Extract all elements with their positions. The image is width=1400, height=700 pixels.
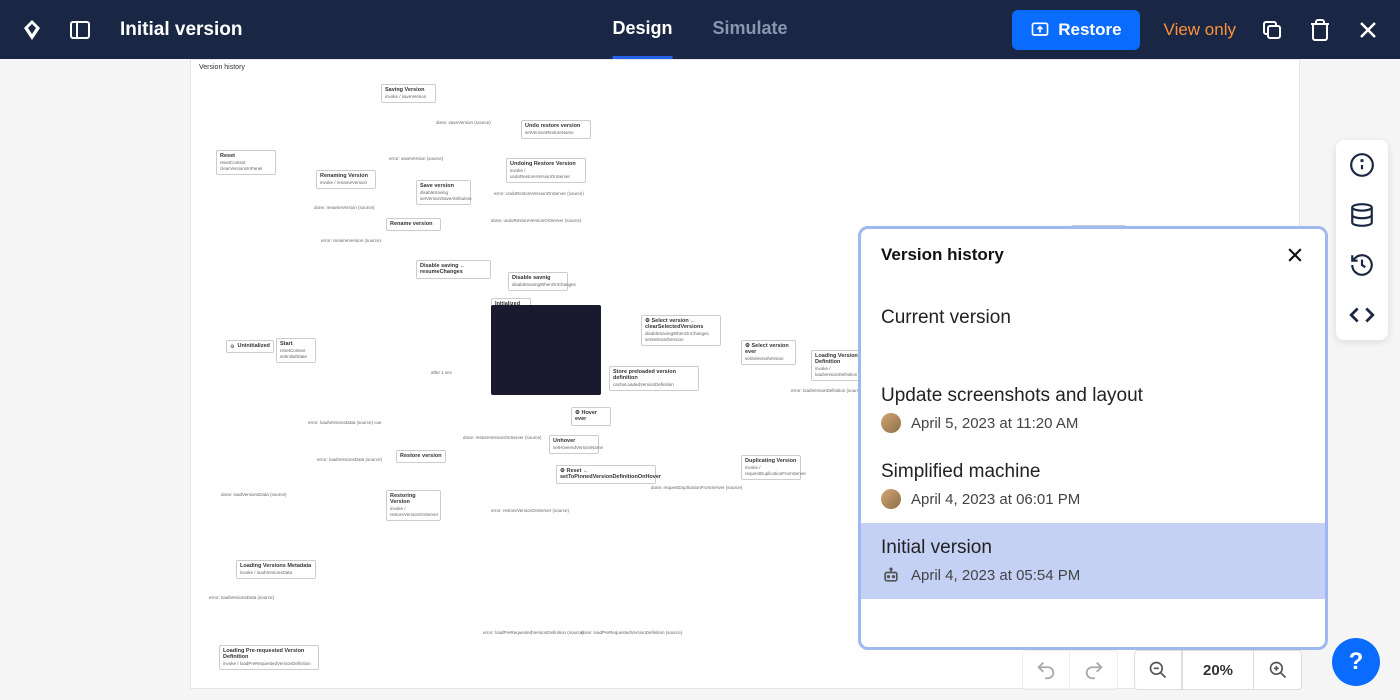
version-item-current[interactable]: Current version — [861, 293, 1325, 349]
version-meta: April 4, 2023 at 06:01 PM — [881, 489, 1305, 509]
version-item[interactable]: Update screenshots and layout April 5, 2… — [861, 371, 1325, 447]
label-error-load3: error: loadVersionsData (source) — [209, 595, 274, 600]
zoom-level[interactable]: 20% — [1182, 650, 1254, 690]
trash-icon[interactable] — [1308, 18, 1332, 42]
version-meta: April 4, 2023 at 05:54 PM — [881, 565, 1305, 585]
label-done-undo: done: undoRestoreVersionOnServer (source… — [491, 218, 581, 223]
label-error-load2: error: loadVersionsData (source) — [317, 457, 382, 462]
label-error-rename: error: renameVersion (source) — [321, 238, 381, 243]
redo-icon — [1083, 659, 1105, 681]
version-meta: April 5, 2023 at 11:20 AM — [881, 413, 1305, 433]
version-item[interactable]: Simplified machine April 4, 2023 at 06:0… — [861, 447, 1325, 523]
node-select-version-1[interactable]: ⚙ Select version ← clearSelectedVersions… — [641, 315, 721, 346]
undo-button[interactable] — [1022, 650, 1070, 690]
user-avatar — [881, 413, 901, 433]
preview-thumbnail — [491, 305, 601, 395]
node-renaming[interactable]: Renaming Versioninvoke / renameVersion — [316, 170, 376, 189]
node-disable-savnig[interactable]: Disable savnigdisableSavingWhenOnChanges — [508, 272, 568, 291]
version-name: Initial version — [881, 537, 1305, 559]
version-name: Current version — [881, 307, 1305, 329]
database-icon[interactable] — [1349, 202, 1375, 228]
zoom-in-icon — [1268, 660, 1288, 680]
node-reset[interactable]: ResetresetContextclearVersionsInPanel — [216, 150, 276, 175]
node-start[interactable]: StartresetContextsetInitialState — [276, 338, 316, 363]
zoom-out-button[interactable] — [1134, 650, 1182, 690]
redo-button[interactable] — [1070, 650, 1118, 690]
node-store-preloaded[interactable]: Store preloaded version definitioncacheL… — [609, 366, 699, 391]
node-loading-meta[interactable]: Loading Versions Metadatainvoke / loadVe… — [236, 560, 316, 579]
label-after: after 1 sec — [431, 370, 452, 375]
diagram-title: Version history — [199, 64, 245, 71]
copy-icon[interactable] — [1260, 18, 1284, 42]
tab-design[interactable]: Design — [612, 0, 672, 59]
label-done-rename: done: renameVersion (source) — [314, 205, 375, 210]
node-restore-version[interactable]: Restore version — [396, 450, 446, 463]
node-save-version[interactable]: Save versiondisableSavingsetVersionSaveA… — [416, 180, 471, 205]
version-date: April 5, 2023 at 11:20 AM — [911, 415, 1078, 432]
node-restoring[interactable]: Restoring Versioninvoke / restoreVersion… — [386, 490, 441, 521]
node-unhover[interactable]: UnhoversetHoveredVersionName — [549, 435, 599, 454]
history-icon[interactable] — [1349, 252, 1375, 278]
zoom-in-button[interactable] — [1254, 650, 1302, 690]
view-only-badge: View only — [1164, 20, 1236, 40]
label-error-restore: error: restoreVersionOnServer (source) — [491, 508, 569, 513]
node-hover[interactable]: ⚙ Hover ever — [571, 407, 611, 426]
zoom-out-icon — [1148, 660, 1168, 680]
label-done-load: done: loadVersionsData (source) — [221, 492, 287, 497]
version-list: Current version Update screenshots and l… — [861, 275, 1325, 599]
label-error-load1: error: loadVersionsData (source) cue — [308, 420, 382, 425]
app-logo-icon — [20, 18, 44, 42]
header-actions: Restore View only — [1012, 10, 1380, 50]
node-reset2[interactable]: ⚙ Reset ← setToPinnedVersionDefinitionOn… — [556, 465, 656, 484]
node-loading-prereq[interactable]: Loading Pre-requested Version Definition… — [219, 645, 319, 670]
help-button[interactable]: ? — [1332, 638, 1380, 686]
node-rename-version[interactable]: Rename version — [386, 218, 441, 231]
label-error-loaddef: error: loadVersionDefinition (source) — [791, 388, 863, 393]
close-icon[interactable] — [1356, 18, 1380, 42]
zoom-controls: 20% — [1134, 650, 1302, 690]
version-name: Simplified machine — [881, 461, 1305, 483]
panel-title: Version history — [881, 245, 1004, 265]
label-error-undo: error: undoRestoreVersionOnServer (sourc… — [494, 191, 584, 196]
panel-toggle-icon[interactable] — [68, 18, 92, 42]
panel-header: Version history — [861, 229, 1325, 275]
version-item-selected[interactable]: Initial version April 4, 2023 at 05:54 P… — [861, 523, 1325, 599]
user-avatar — [881, 489, 901, 509]
right-toolbar — [1336, 140, 1388, 340]
info-icon[interactable] — [1349, 152, 1375, 178]
header-tabs: Design Simulate — [612, 0, 787, 59]
undo-icon — [1035, 659, 1057, 681]
label-done-save: done: saveVersion (source) — [436, 120, 491, 125]
label-done-restore: done: restoreVersionOnServer (source) — [463, 435, 542, 440]
version-name: Update screenshots and layout — [881, 385, 1305, 407]
node-select-version-2[interactable]: ⚙ Select version eversetSelectedVersion — [741, 340, 796, 365]
code-icon[interactable] — [1349, 302, 1375, 328]
node-undoing[interactable]: Undoing Restore Versioninvoke / undoRest… — [506, 158, 586, 183]
version-date: April 4, 2023 at 06:01 PM — [911, 491, 1080, 508]
panel-close-icon[interactable] — [1285, 245, 1305, 265]
node-uninitialized[interactable]: ⚙Uninitialized — [226, 340, 274, 353]
label-error-save: error: saveVersion (source) — [389, 156, 443, 161]
node-duplicating[interactable]: Duplicating Versioninvoke / requestDupli… — [741, 455, 801, 480]
bot-icon — [881, 565, 901, 585]
label-done-prereq: done: loadPreRequestedVersionDefinition … — [581, 630, 682, 635]
version-date: April 4, 2023 at 05:54 PM — [911, 567, 1080, 584]
node-saving[interactable]: Saving Versioninvoke / saveVersion — [381, 84, 436, 103]
label-error-prereq: error: loadPreRequestedVersionDefinition… — [483, 630, 584, 635]
bottom-toolbar: 20% — [1022, 650, 1302, 690]
restore-button[interactable]: Restore — [1012, 10, 1139, 50]
restore-icon — [1030, 20, 1050, 40]
restore-label: Restore — [1058, 20, 1121, 40]
node-undo[interactable]: Undo restore versionsetVersionRestoreNam… — [521, 120, 591, 139]
tab-simulate[interactable]: Simulate — [712, 0, 787, 59]
version-history-panel: Version history Current version Update s… — [858, 226, 1328, 650]
label-done-dup: done: requestDuplicationFromServer (sour… — [651, 485, 742, 490]
top-header: Initial version Design Simulate Restore … — [0, 0, 1400, 59]
document-title: Initial version — [120, 19, 242, 41]
node-disable-saving[interactable]: Disable saving ← resumeChanges — [416, 260, 491, 279]
